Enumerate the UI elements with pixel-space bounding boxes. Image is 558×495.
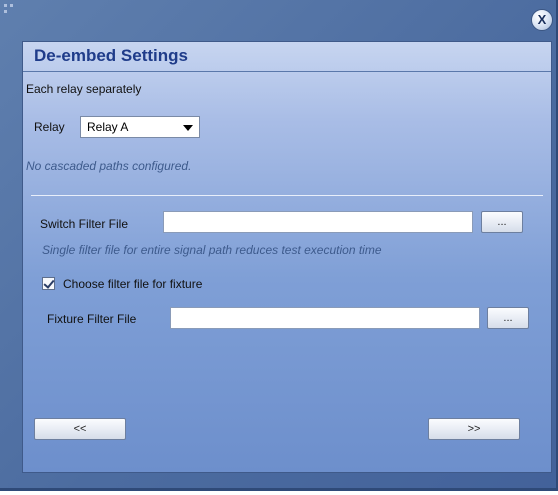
next-button[interactable]: >> [428, 418, 520, 440]
title-divider [23, 71, 551, 72]
section-divider [31, 195, 543, 196]
switch-filter-input[interactable] [163, 211, 473, 233]
relay-section-heading: Each relay separately [26, 82, 142, 96]
switch-filter-hint: Single filter file for entire signal pat… [42, 243, 382, 257]
panel-title: De-embed Settings [34, 46, 188, 65]
relay-select-value: Relay A [87, 120, 129, 134]
close-button[interactable]: X [531, 9, 553, 31]
dialog-window: X De-embed Settings Each relay separatel… [0, 0, 558, 491]
checkmark-icon [43, 277, 55, 289]
back-button[interactable]: << [34, 418, 126, 440]
fixture-filter-input[interactable] [170, 307, 480, 329]
relay-label: Relay [34, 120, 65, 134]
de-embed-settings-panel: De-embed Settings Each relay separately … [22, 41, 552, 473]
fixture-filter-label: Fixture Filter File [47, 312, 137, 326]
no-paths-message: No cascaded paths configured. [26, 159, 192, 173]
switch-filter-browse-button[interactable]: ... [481, 211, 523, 233]
switch-filter-label: Switch Filter File [40, 217, 129, 231]
fixture-checkbox-label[interactable]: Choose filter file for fixture [63, 277, 202, 291]
resize-grip-icon[interactable] [4, 4, 16, 16]
relay-select[interactable]: Relay A [80, 116, 200, 138]
fixture-filter-browse-button[interactable]: ... [487, 307, 529, 329]
dropdown-arrow-icon [183, 125, 193, 131]
fixture-filter-checkbox[interactable] [42, 277, 55, 290]
